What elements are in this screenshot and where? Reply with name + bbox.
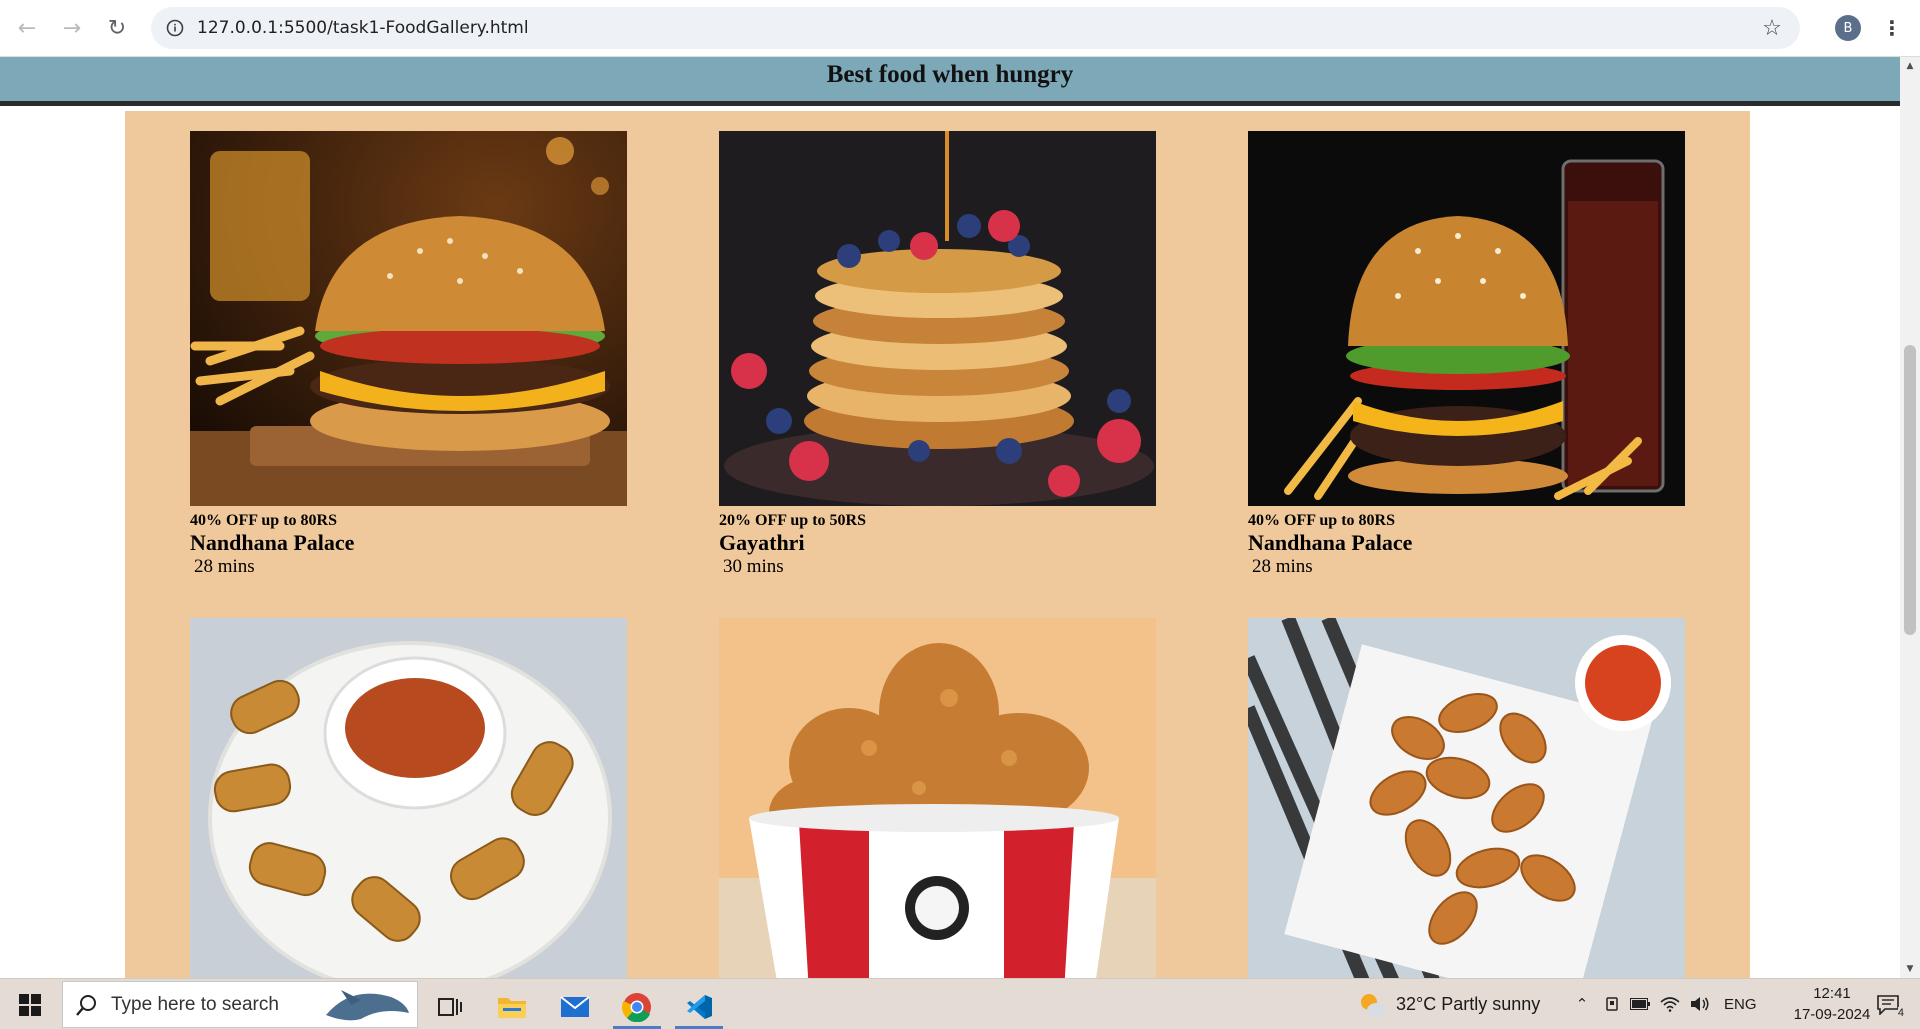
url-text[interactable]: 127.0.0.1:5500/task1-FoodGallery.html xyxy=(197,7,529,49)
battery-icon[interactable] xyxy=(1628,992,1652,1016)
clock-date: 17-09-2024 xyxy=(1793,1006,1871,1023)
page-header: Best food when hungry xyxy=(0,57,1900,106)
burger-with-fries-photo[interactable] xyxy=(190,131,627,506)
address-bar[interactable]: 127.0.0.1:5500/task1-FoodGallery.html ☆ xyxy=(151,7,1800,49)
food-card[interactable]: 20% OFF up to 50RS Gayathri 30 mins xyxy=(719,131,1156,578)
food-card[interactable]: 40% OFF up to 80RS Nandhana Palace 28 mi… xyxy=(1248,131,1685,578)
volume-icon[interactable] xyxy=(1688,992,1712,1016)
chevron-up-icon[interactable]: ⌃ xyxy=(1570,992,1594,1016)
file-explorer-icon[interactable] xyxy=(484,985,540,1029)
search-icon xyxy=(75,993,99,1017)
clock-time: 12:41 xyxy=(1813,985,1851,1002)
restaurant-name[interactable]: Nandhana Palace xyxy=(1248,530,1685,556)
scrollbar-thumb[interactable] xyxy=(1904,345,1916,635)
device-icon[interactable] xyxy=(1600,992,1624,1016)
scroll-up-icon[interactable]: ▲ xyxy=(1900,57,1920,75)
burger-with-cola-photo[interactable] xyxy=(1248,131,1685,506)
windows-taskbar: Type here to search 32°C Partly sunny ⌃ … xyxy=(0,978,1920,1029)
search-placeholder: Type here to search xyxy=(111,994,279,1015)
language-indicator[interactable]: ENG xyxy=(1724,979,1757,1029)
page-viewport: Best food when hungry 40% OFF up to 80RS… xyxy=(0,57,1900,978)
task-view-icon[interactable] xyxy=(422,985,478,1029)
food-card[interactable] xyxy=(190,618,627,978)
delivery-time: 28 mins xyxy=(194,556,255,577)
food-gallery: 40% OFF up to 80RS Nandhana Palace 28 mi… xyxy=(125,111,1750,978)
delivery-time: 30 mins xyxy=(723,556,784,577)
food-card[interactable] xyxy=(1248,618,1685,978)
offer-text: 40% OFF up to 80RS xyxy=(1248,512,1395,529)
spring-rolls-photo[interactable] xyxy=(190,618,627,978)
offer-text: 40% OFF up to 80RS xyxy=(190,512,337,529)
vertical-scrollbar[interactable]: ▲ ▼ xyxy=(1900,57,1920,978)
notification-count: 4 xyxy=(1897,1007,1904,1019)
notification-center-icon[interactable]: 4 xyxy=(1868,989,1908,1021)
page-title: Best food when hungry xyxy=(826,61,1074,88)
restaurant-name[interactable]: Gayathri xyxy=(719,530,1156,556)
forward-arrow-icon[interactable]: → xyxy=(54,10,90,46)
weather-text: 32°C Partly sunny xyxy=(1396,994,1541,1014)
food-card[interactable]: 40% OFF up to 80RS Nandhana Palace 28 mi… xyxy=(190,131,627,578)
taskbar-search-box[interactable]: Type here to search xyxy=(62,981,418,1028)
vscode-icon[interactable] xyxy=(671,985,727,1029)
chrome-icon[interactable] xyxy=(609,985,665,1029)
search-highlight-image xyxy=(321,985,411,1025)
scroll-down-icon[interactable]: ▼ xyxy=(1900,960,1920,978)
pancake-stack-photo[interactable] xyxy=(719,131,1156,506)
browser-toolbar: ← → ↻ 127.0.0.1:5500/task1-FoodGallery.h… xyxy=(0,0,1920,57)
site-info-icon[interactable] xyxy=(163,16,187,40)
kebab-menu-icon[interactable]: ⋮ xyxy=(1880,14,1904,42)
star-icon[interactable]: ☆ xyxy=(1758,14,1786,42)
windows-start-icon[interactable] xyxy=(8,989,52,1021)
profile-avatar[interactable]: B xyxy=(1835,15,1861,41)
partly-sunny-icon xyxy=(1361,993,1387,1017)
system-clock[interactable]: 12:41 17-09-2024 xyxy=(1782,983,1882,1025)
chicken-nuggets-photo[interactable] xyxy=(1248,618,1685,978)
back-arrow-icon[interactable]: ← xyxy=(9,10,45,46)
delivery-time: 28 mins xyxy=(1252,556,1313,577)
wifi-icon[interactable] xyxy=(1658,992,1682,1016)
food-card[interactable] xyxy=(719,618,1156,978)
fried-chicken-bucket-photo[interactable] xyxy=(719,618,1156,978)
reload-icon[interactable]: ↻ xyxy=(99,10,135,46)
mail-icon[interactable] xyxy=(547,985,603,1029)
restaurant-name[interactable]: Nandhana Palace xyxy=(190,530,627,556)
offer-text: 20% OFF up to 50RS xyxy=(719,512,866,529)
weather-widget[interactable]: 32°C Partly sunny xyxy=(1358,979,1540,1029)
